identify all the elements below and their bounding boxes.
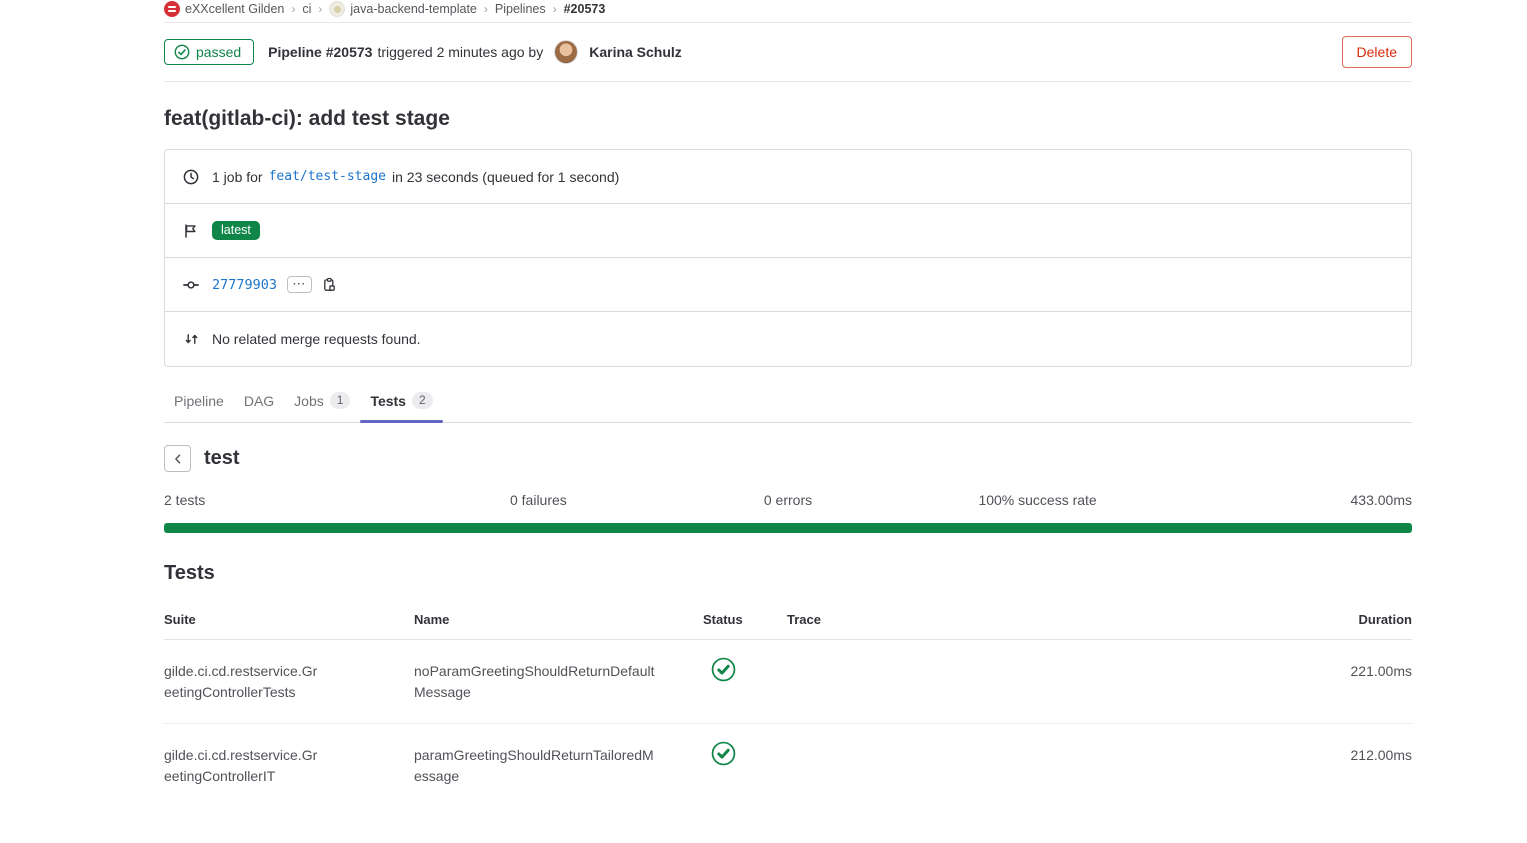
commit-sha-link[interactable]: 27779903 — [212, 277, 277, 293]
pipeline-id-label: Pipeline #20573 — [268, 44, 372, 60]
job-duration-text: in 23 seconds (queued for 1 second) — [392, 169, 619, 185]
author-avatar[interactable] — [554, 40, 578, 64]
test-suite-header: test — [164, 445, 1412, 472]
breadcrumb-separator: › — [291, 2, 295, 16]
project-avatar-icon — [329, 1, 345, 17]
test-status-cell — [703, 657, 787, 682]
test-summary: 2 tests 0 failures 0 errors 100% success… — [164, 492, 1412, 508]
breadcrumb: eXXcellent Gilden › ci › java-backend-te… — [164, 0, 1412, 23]
job-count-text: 1 job for — [212, 169, 263, 185]
breadcrumb-group[interactable]: eXXcellent Gilden — [164, 1, 284, 17]
pipeline-status-label: passed — [196, 44, 241, 60]
back-button[interactable] — [164, 445, 191, 472]
tab-pipeline-label: Pipeline — [174, 393, 224, 409]
breadcrumb-project[interactable]: java-backend-template — [329, 1, 476, 17]
breadcrumb-pipeline-id-label: #20573 — [564, 2, 606, 16]
tests-heading: Tests — [164, 562, 1412, 585]
pipeline-status-badge[interactable]: passed — [164, 39, 254, 65]
success-check-icon — [711, 657, 736, 682]
breadcrumb-pipelines[interactable]: Pipelines — [495, 2, 546, 16]
job-info-row: 1 job for feat/test-stage in 23 seconds … — [165, 150, 1411, 204]
breadcrumb-subgroup[interactable]: ci — [302, 2, 311, 16]
tab-tests[interactable]: Tests 2 — [360, 383, 442, 422]
tab-pipeline[interactable]: Pipeline — [164, 383, 234, 422]
breadcrumb-pipeline-id[interactable]: #20573 — [564, 2, 606, 16]
pipeline-page: eXXcellent Gilden › ci › java-backend-te… — [164, 0, 1412, 807]
ref-link[interactable]: feat/test-stage — [269, 169, 386, 184]
test-status-cell — [703, 741, 787, 766]
breadcrumb-separator: › — [484, 2, 488, 16]
commit-row: 27779903 ··· — [165, 258, 1411, 312]
test-name-cell: noParamGreetingShouldReturnDefaultMessag… — [414, 661, 658, 703]
summary-tests: 2 tests — [164, 492, 414, 508]
column-header-status: Status — [703, 612, 787, 627]
pipeline-summary-text: Pipeline #20573 triggered 2 minutes ago … — [268, 40, 682, 64]
group-avatar-icon — [164, 1, 180, 17]
commit-message-toggle[interactable]: ··· — [287, 276, 312, 293]
column-header-duration: Duration — [1302, 612, 1412, 627]
check-circle-icon — [174, 44, 190, 60]
success-check-icon — [711, 741, 736, 766]
tab-jobs-count-badge: 1 — [330, 392, 351, 409]
summary-errors: 0 errors — [663, 492, 913, 508]
chevron-left-icon — [171, 452, 185, 466]
test-duration-cell: 221.00ms — [1302, 661, 1412, 682]
table-row: gilde.ci.cd.restservice.GreetingControll… — [164, 640, 1412, 724]
pipeline-tabs: Pipeline DAG Jobs 1 Tests 2 — [164, 383, 1412, 423]
summary-failures: 0 failures — [414, 492, 664, 508]
test-duration-cell: 212.00ms — [1302, 745, 1412, 766]
breadcrumb-separator: › — [553, 2, 557, 16]
summary-duration: 433.00ms — [1162, 492, 1412, 508]
summary-success-rate: 100% success rate — [913, 492, 1163, 508]
tests-table-header: Suite Name Status Trace Duration — [164, 602, 1412, 640]
breadcrumb-subgroup-label: ci — [302, 2, 311, 16]
merge-requests-icon — [183, 331, 199, 347]
breadcrumb-separator: › — [318, 2, 322, 16]
table-row: gilde.ci.cd.restservice.GreetingControll… — [164, 724, 1412, 807]
pipeline-info-box: 1 job for feat/test-stage in 23 seconds … — [164, 149, 1412, 367]
clock-icon — [183, 169, 199, 185]
tab-tests-count-badge: 2 — [412, 392, 433, 409]
tab-jobs[interactable]: Jobs 1 — [284, 383, 360, 422]
test-suite-cell: gilde.ci.cd.restservice.GreetingControll… — [164, 745, 324, 787]
merge-request-row: No related merge requests found. — [165, 312, 1411, 366]
tab-dag-label: DAG — [244, 393, 274, 409]
breadcrumb-project-label: java-backend-template — [350, 2, 476, 16]
flag-icon — [183, 223, 199, 239]
test-name-cell: paramGreetingShouldReturnTailoredMessage — [414, 745, 658, 787]
tab-jobs-label: Jobs — [294, 393, 324, 409]
column-header-trace: Trace — [787, 612, 1302, 627]
no-merge-requests-text: No related merge requests found. — [212, 331, 421, 347]
delete-button[interactable]: Delete — [1342, 36, 1412, 68]
tab-dag[interactable]: DAG — [234, 383, 284, 422]
copy-sha-icon[interactable] — [322, 277, 337, 293]
author-name[interactable]: Karina Schulz — [589, 44, 682, 60]
column-header-suite: Suite — [164, 612, 414, 627]
pipeline-triggered-text: triggered 2 minutes ago by — [377, 44, 543, 60]
column-header-name: Name — [414, 612, 703, 627]
latest-badge[interactable]: latest — [212, 221, 260, 240]
success-progress-bar — [164, 523, 1412, 533]
test-suite-cell: gilde.ci.cd.restservice.GreetingControll… — [164, 661, 324, 703]
latest-row: latest — [165, 204, 1411, 258]
test-suite-title: test — [204, 447, 240, 470]
pipeline-header: passed Pipeline #20573 triggered 2 minut… — [164, 23, 1412, 82]
breadcrumb-group-label: eXXcellent Gilden — [185, 2, 284, 16]
breadcrumb-pipelines-label: Pipelines — [495, 2, 546, 16]
commit-icon — [183, 277, 199, 293]
tab-tests-label: Tests — [370, 393, 406, 409]
tests-table: Suite Name Status Trace Duration gilde.c… — [164, 602, 1412, 807]
page-title: feat(gitlab-ci): add test stage — [164, 107, 1412, 131]
